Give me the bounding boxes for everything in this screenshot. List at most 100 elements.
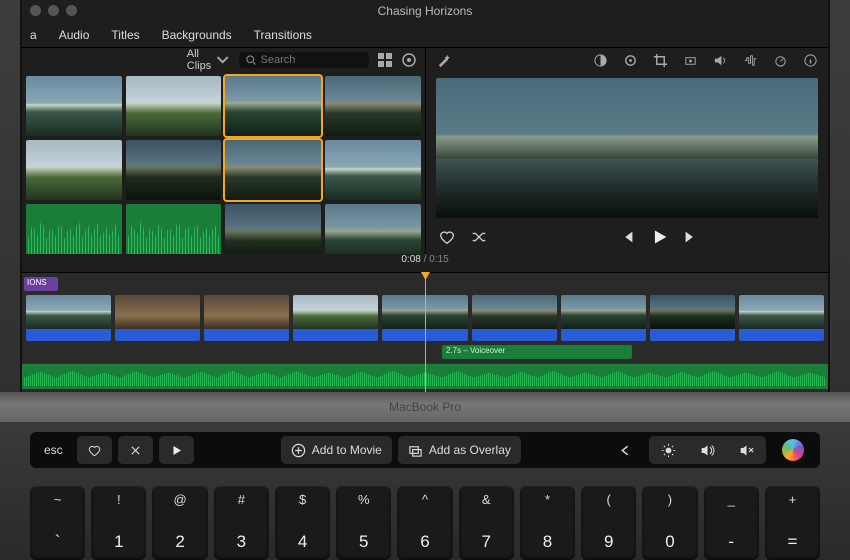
mute-icon[interactable] xyxy=(727,436,766,464)
library-tabs: a Audio Titles Backgrounds Transitions xyxy=(22,22,828,48)
touchbar-favorite-icon[interactable] xyxy=(77,436,112,464)
shuffle-icon[interactable] xyxy=(470,228,488,246)
stabilize-icon[interactable] xyxy=(682,52,698,68)
key-minus[interactable]: _- xyxy=(704,486,759,560)
time-total: 0:15 xyxy=(429,254,448,265)
play-icon[interactable] xyxy=(650,228,668,246)
playhead[interactable] xyxy=(425,273,426,392)
key-2[interactable]: @2 xyxy=(152,486,207,560)
touchbar-expand-icon[interactable] xyxy=(608,436,643,464)
tab-backgrounds[interactable]: Backgrounds xyxy=(162,28,232,42)
media-clip[interactable] xyxy=(126,140,222,200)
key-5[interactable]: %5 xyxy=(336,486,391,560)
clip-filter-label: All Clips xyxy=(187,48,211,72)
timeline-clip[interactable] xyxy=(561,295,646,341)
touchbar-esc[interactable]: esc xyxy=(36,443,71,457)
window-controls[interactable] xyxy=(30,5,77,16)
prev-icon[interactable] xyxy=(618,228,636,246)
key-7[interactable]: &7 xyxy=(459,486,514,560)
clip-grid[interactable] xyxy=(22,72,425,254)
playback-controls xyxy=(426,220,829,254)
magic-wand-icon[interactable] xyxy=(436,52,452,68)
touchbar-add-to-movie[interactable]: Add to Movie xyxy=(281,436,392,464)
crop-icon[interactable] xyxy=(652,52,668,68)
audio-clip[interactable] xyxy=(26,204,122,254)
media-clip[interactable] xyxy=(126,76,222,136)
key-8[interactable]: *8 xyxy=(520,486,575,560)
media-clip-selected[interactable] xyxy=(225,76,321,136)
tab-titles[interactable]: Titles xyxy=(111,28,139,42)
volume-up-icon[interactable] xyxy=(688,436,727,464)
tab-transitions[interactable]: Transitions xyxy=(254,28,312,42)
key-1[interactable]: !1 xyxy=(91,486,146,560)
color-correction-icon[interactable] xyxy=(622,52,638,68)
key-3[interactable]: #3 xyxy=(214,486,269,560)
media-clip[interactable] xyxy=(225,204,321,254)
clip-filter-dropdown[interactable]: All Clips xyxy=(187,48,231,72)
timeline-clip[interactable] xyxy=(204,295,289,341)
media-browser: All Clips xyxy=(22,48,426,254)
timeline-clip[interactable] xyxy=(293,295,378,341)
media-clip[interactable] xyxy=(325,204,421,254)
timeline[interactable]: IONS 2.7s – Voiceover xyxy=(22,272,828,392)
touch-bar: esc Add to Movie Add as Overlay xyxy=(30,432,820,468)
imovie-window: Chasing Horizons a Audio Titles Backgrou… xyxy=(20,0,830,392)
settings-icon[interactable] xyxy=(401,52,417,68)
keyboard-row: ~` !1 @2 #3 $4 %5 ^6 &7 *8 (9 )0 _- += xyxy=(30,478,820,560)
chevron-down-icon xyxy=(215,52,230,67)
media-clip[interactable] xyxy=(325,76,421,136)
timeline-clip[interactable] xyxy=(472,295,557,341)
brightness-icon[interactable] xyxy=(649,436,688,464)
media-clip[interactable] xyxy=(26,76,122,136)
keyboard-deck: esc Add to Movie Add as Overlay xyxy=(0,422,850,560)
timeline-clip[interactable] xyxy=(26,295,111,341)
next-icon[interactable] xyxy=(682,228,700,246)
audio-clip[interactable] xyxy=(126,204,222,254)
window-title: Chasing Horizons xyxy=(378,4,473,18)
hinge-label: MacBook Pro xyxy=(0,392,850,422)
timeline-clip[interactable] xyxy=(650,295,735,341)
volume-icon[interactable] xyxy=(712,52,728,68)
viewer-toolbar xyxy=(426,48,829,72)
grid-view-icon[interactable] xyxy=(377,52,393,68)
browser-toolbar: All Clips xyxy=(22,48,425,72)
key-backtick[interactable]: ~` xyxy=(30,486,85,560)
noise-reduction-icon[interactable] xyxy=(742,52,758,68)
search-input[interactable] xyxy=(261,54,351,66)
speed-icon[interactable] xyxy=(772,52,788,68)
media-clip[interactable] xyxy=(26,140,122,200)
tab-media[interactable]: a xyxy=(30,28,37,42)
touchbar-play-icon[interactable] xyxy=(159,436,194,464)
favorite-icon[interactable] xyxy=(438,228,456,246)
preview-viewer[interactable] xyxy=(436,78,819,218)
touchbar-reject-icon[interactable] xyxy=(118,436,153,464)
color-balance-icon[interactable] xyxy=(592,52,608,68)
titlebar: Chasing Horizons xyxy=(22,0,828,22)
timeline-clip[interactable] xyxy=(739,295,824,341)
add-as-overlay-label: Add as Overlay xyxy=(429,443,511,457)
search-icon xyxy=(245,54,257,66)
info-icon[interactable] xyxy=(802,52,818,68)
key-6[interactable]: ^6 xyxy=(397,486,452,560)
timeline-timecode: 0:08 / 0:15 xyxy=(22,254,828,272)
plus-circle-icon xyxy=(291,443,306,458)
timeline-clip[interactable] xyxy=(115,295,200,341)
add-to-movie-label: Add to Movie xyxy=(312,443,382,457)
search-field[interactable] xyxy=(239,52,369,68)
key-equals[interactable]: += xyxy=(765,486,820,560)
viewer-pane xyxy=(426,48,829,254)
title-clip[interactable]: IONS xyxy=(24,277,58,291)
touchbar-add-as-overlay[interactable]: Add as Overlay xyxy=(398,436,521,464)
tab-audio[interactable]: Audio xyxy=(59,28,90,42)
media-clip-selected[interactable] xyxy=(225,140,321,200)
overlay-icon xyxy=(408,443,423,458)
time-current: 0:08 xyxy=(401,254,420,265)
key-0[interactable]: )0 xyxy=(642,486,697,560)
key-4[interactable]: $4 xyxy=(275,486,330,560)
key-9[interactable]: (9 xyxy=(581,486,636,560)
voiceover-clip[interactable]: 2.7s – Voiceover xyxy=(442,345,632,359)
touchbar-system-group xyxy=(649,436,766,464)
macbook-device: Chasing Horizons a Audio Titles Backgrou… xyxy=(0,0,850,560)
media-clip[interactable] xyxy=(325,140,421,200)
siri-icon[interactable] xyxy=(772,436,814,464)
